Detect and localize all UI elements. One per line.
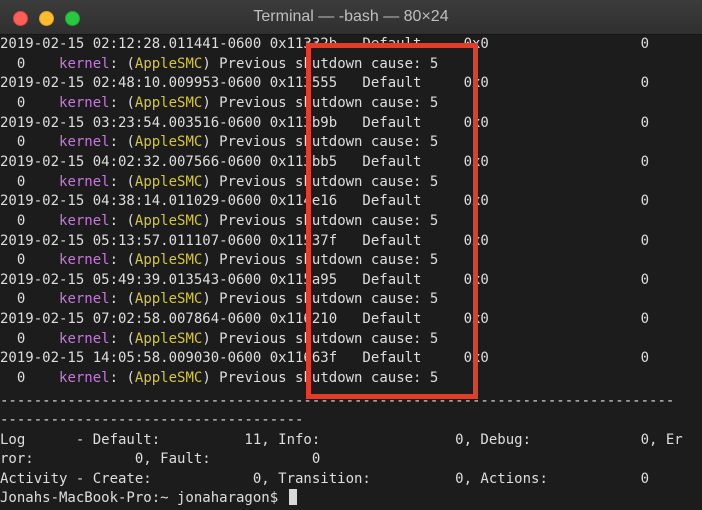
message-text: : ( (109, 94, 135, 111)
process-name: kernel (59, 173, 110, 190)
process-name: kernel (59, 330, 110, 347)
prompt-text: Jonahs-MacBook-Pro:~ jonaharagon$ (0, 490, 287, 506)
window-title: Terminal — -bash — 80×24 (253, 8, 449, 25)
separator-line: ------------------------------------ (0, 412, 304, 428)
subsystem-name: AppleSMC (134, 370, 203, 386)
process-name: kernel (59, 55, 110, 72)
summary-activity-line: Activity - Create: 0, Transition: 0, Act… (0, 471, 650, 487)
process-name: kernel (59, 94, 110, 111)
message-text: : ( (109, 291, 135, 308)
message-text: : ( (109, 370, 135, 386)
subsystem-name: AppleSMC (134, 134, 203, 151)
subsystem-name: AppleSMC (134, 173, 203, 190)
message-text: : ( (109, 55, 135, 72)
process-name: kernel (59, 134, 110, 151)
message-text: 0 (0, 134, 60, 151)
message-text: 0 (0, 212, 60, 229)
message-text: 0 (0, 173, 60, 190)
message-text: : ( (109, 212, 135, 229)
message-text: 0 (0, 94, 60, 111)
subsystem-name: AppleSMC (134, 94, 203, 111)
message-text: : ( (109, 252, 135, 269)
subsystem-name: AppleSMC (134, 55, 203, 72)
summary-log-line: Log - Default: 11, Info: 0, Debug: 0, Er (0, 432, 683, 448)
message-text: 0 (0, 370, 60, 386)
message-text: : ( (109, 134, 135, 151)
shell-prompt[interactable]: Jonahs-MacBook-Pro:~ jonaharagon$ (0, 488, 702, 508)
message-text: 0 (0, 330, 60, 347)
summary-error-line: ror: 0, Fault: 0 (0, 451, 321, 467)
title-bar[interactable]: Terminal — -bash — 80×24 (0, 0, 702, 35)
message-text: : ( (109, 330, 135, 347)
message-text: 0 (0, 55, 60, 72)
subsystem-name: AppleSMC (134, 212, 203, 229)
subsystem-name: AppleSMC (134, 252, 203, 269)
process-name: kernel (59, 212, 110, 229)
text-cursor (288, 489, 297, 505)
message-text: 0 (0, 252, 60, 269)
subsystem-name: AppleSMC (134, 291, 203, 308)
process-name: kernel (59, 252, 110, 269)
terminal-window: Terminal — -bash — 80×24 2019-02-15 02:1… (0, 0, 702, 510)
process-name: kernel (59, 291, 110, 308)
message-text: 0 (0, 291, 60, 308)
subsystem-name: AppleSMC (134, 330, 203, 347)
shutdown-cause-highlight-box (306, 43, 478, 399)
message-text: : ( (109, 173, 135, 190)
process-name: kernel (59, 370, 110, 386)
